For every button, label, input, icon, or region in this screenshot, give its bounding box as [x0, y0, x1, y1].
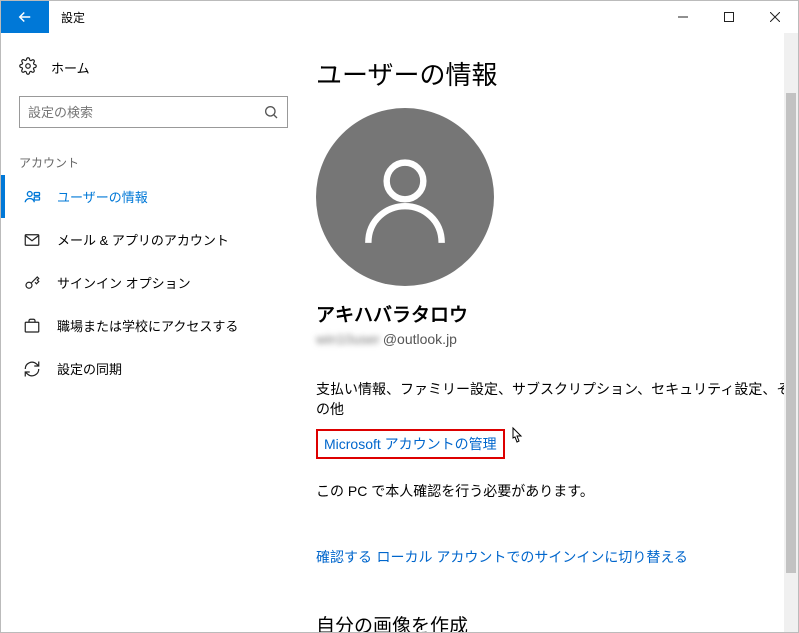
- sidebar: ホーム アカウント ユーザーの情報 メール & アプリのアカウント サインイン …: [1, 33, 306, 632]
- window-controls: [660, 1, 798, 33]
- user-email: win10user @outlook.jp: [316, 331, 798, 347]
- maximize-icon: [724, 12, 734, 22]
- titlebar: 設定: [1, 1, 798, 33]
- key-icon: [23, 274, 41, 292]
- nav-email-apps[interactable]: メール & アプリのアカウント: [1, 218, 306, 261]
- sync-icon: [23, 360, 41, 378]
- mail-icon: [23, 231, 41, 249]
- close-button[interactable]: [752, 1, 798, 33]
- verify-note: この PC で本人確認を行う必要があります。: [316, 481, 798, 501]
- search-input[interactable]: [28, 105, 263, 120]
- nav-label: ユーザーの情報: [57, 187, 148, 206]
- nav-user-info[interactable]: ユーザーの情報: [1, 175, 306, 218]
- manage-account-link[interactable]: Microsoft アカウントの管理: [316, 429, 505, 459]
- close-icon: [770, 12, 780, 22]
- briefcase-icon: [23, 317, 41, 335]
- page-title: ユーザーの情報: [316, 55, 798, 92]
- nav-work-school[interactable]: 職場または学校にアクセスする: [1, 304, 306, 347]
- person-badge-icon: [23, 188, 41, 206]
- minimize-icon: [678, 12, 688, 22]
- picture-heading: 自分の画像を作成: [316, 611, 798, 632]
- nav-label: 職場または学校にアクセスする: [57, 316, 238, 335]
- maximize-button[interactable]: [706, 1, 752, 33]
- nav-signin-options[interactable]: サインイン オプション: [1, 261, 306, 304]
- home-label: ホーム: [51, 58, 90, 77]
- avatar: [316, 108, 494, 286]
- person-icon: [350, 142, 460, 252]
- home-nav[interactable]: ホーム: [1, 49, 306, 86]
- back-button[interactable]: [1, 1, 49, 33]
- search-box[interactable]: [19, 96, 288, 128]
- nav-sync[interactable]: 設定の同期: [1, 347, 306, 390]
- scroll-thumb[interactable]: [786, 93, 796, 573]
- nav-label: メール & アプリのアカウント: [57, 230, 229, 249]
- account-description: 支払い情報、ファミリー設定、サブスクリプション、セキュリティ設定、その他: [316, 379, 798, 419]
- scrollbar[interactable]: [784, 33, 798, 632]
- email-domain: @outlook.jp: [383, 331, 457, 347]
- nav-label: サインイン オプション: [57, 273, 191, 292]
- minimize-button[interactable]: [660, 1, 706, 33]
- content-pane: ユーザーの情報 アキハバラタロウ win10user @outlook.jp 支…: [306, 33, 798, 632]
- gear-icon: [19, 57, 37, 78]
- arrow-left-icon: [16, 8, 34, 26]
- nav-label: 設定の同期: [57, 359, 122, 378]
- user-name: アキハバラタロウ: [316, 300, 798, 327]
- section-label: アカウント: [1, 128, 306, 175]
- verify-link[interactable]: 確認する: [316, 547, 372, 567]
- switch-local-account-link[interactable]: ローカル アカウントでのサインインに切り替える: [376, 547, 687, 567]
- email-local: win10user: [316, 331, 380, 347]
- window-title: 設定: [49, 1, 660, 33]
- search-icon: [263, 104, 279, 120]
